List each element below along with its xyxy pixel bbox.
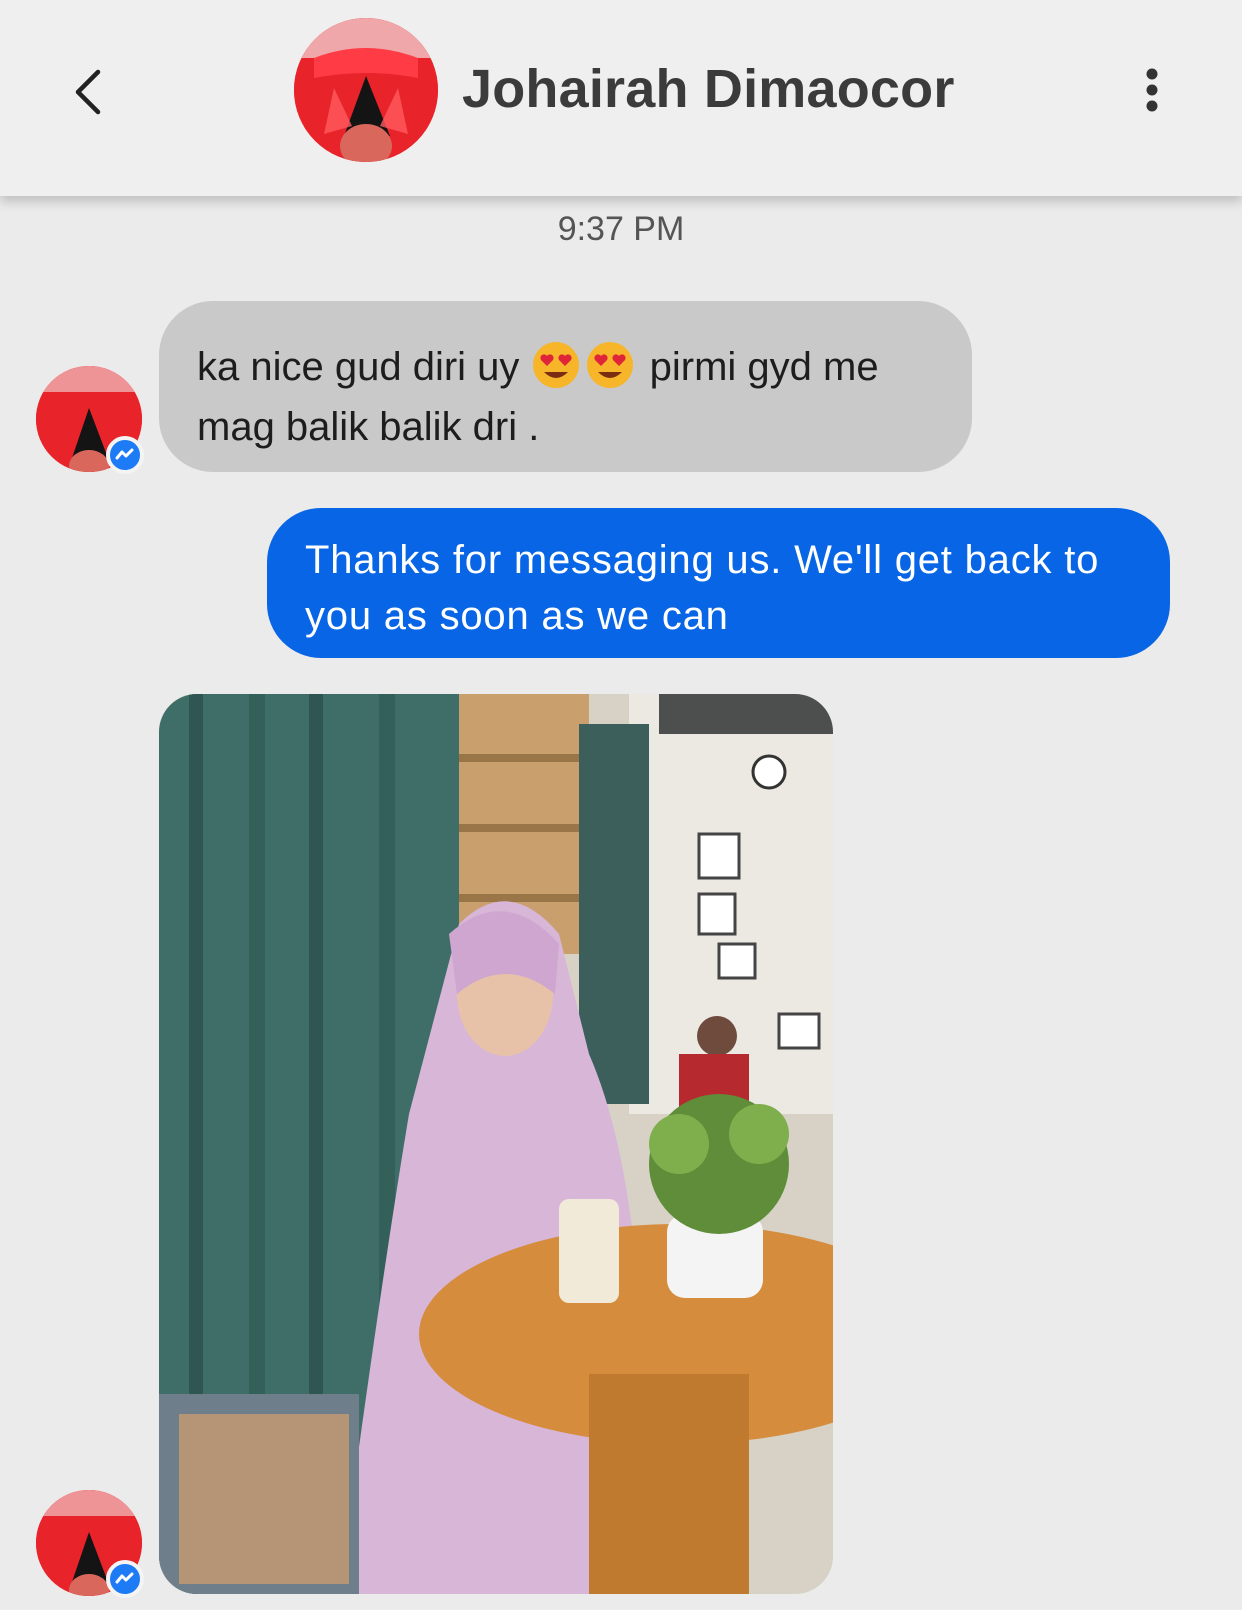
message-text: ka nice gud diri uy bbox=[197, 345, 531, 389]
sender-avatar[interactable] bbox=[36, 366, 144, 474]
messenger-badge-icon bbox=[106, 436, 144, 474]
more-vertical-icon bbox=[1146, 68, 1158, 112]
messenger-badge-icon bbox=[106, 1560, 144, 1598]
message-text: Thanks for messaging us. We'll get back … bbox=[305, 538, 1100, 638]
chat-header: Johairah Dimaocor bbox=[0, 0, 1242, 196]
contact-avatar[interactable] bbox=[294, 18, 438, 162]
message-timestamp: 9:37 PM bbox=[557, 210, 685, 248]
incoming-message-bubble[interactable]: ka nice gud diri uy pirmi gyd me mag bal… bbox=[159, 301, 972, 472]
more-options-button[interactable] bbox=[1138, 66, 1166, 114]
heart-eyes-emoji-icon bbox=[532, 342, 579, 388]
photo-message[interactable] bbox=[159, 694, 833, 1594]
sender-avatar[interactable] bbox=[36, 1490, 144, 1598]
chevron-left-icon bbox=[75, 69, 101, 115]
outgoing-message-bubble[interactable]: Thanks for messaging us. We'll get back … bbox=[267, 508, 1170, 658]
heart-eyes-emoji-icon bbox=[586, 342, 633, 388]
contact-name[interactable]: Johairah Dimaocor bbox=[462, 58, 955, 120]
photo-woman-cafe-image bbox=[159, 694, 833, 1594]
back-button[interactable] bbox=[68, 64, 112, 120]
